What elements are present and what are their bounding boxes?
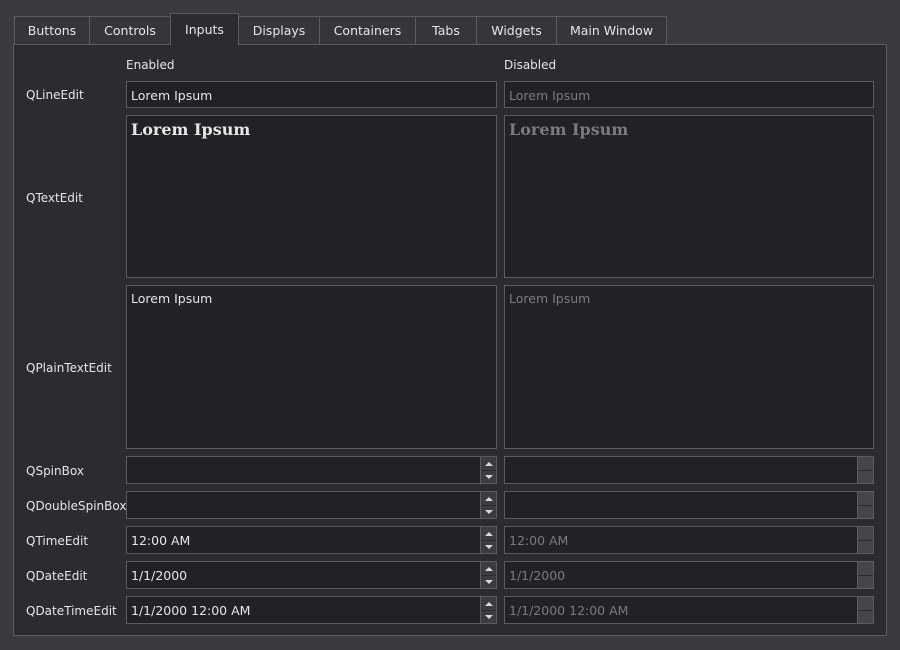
plaintextedit-disabled-value: Lorem Ipsum [509,291,591,306]
spin-down-button[interactable] [481,610,496,623]
enabled-column-header: Enabled [126,58,175,72]
qdoublespinbox-label: QDoubleSpinBox [26,499,127,513]
timeedit-enabled-value: 12:00 AM [131,533,191,548]
datetimeedit-disabled-stepper [857,597,873,623]
spinbox-disabled [504,456,874,484]
qdatetimeedit-label: QDateTimeEdit [26,604,117,618]
spinbox-enabled[interactable] [126,456,497,484]
spin-down-button [858,470,873,483]
tab-tabs[interactable]: Tabs [415,16,477,44]
spinbox-disabled-stepper [857,457,873,483]
tab-containers[interactable]: Containers [319,16,416,44]
spin-up-button [858,457,873,471]
doublespinbox-disabled [504,491,874,519]
timeedit-disabled-stepper [857,527,873,553]
tab-controls[interactable]: Controls [89,16,171,44]
arrow-down-icon [484,614,493,619]
dateedit-enabled-value: 1/1/2000 [131,568,188,583]
arrow-down-icon [484,474,493,479]
timeedit-disabled-value: 12:00 AM [509,533,569,548]
qdateedit-label: QDateEdit [26,569,88,583]
qlineedit-label: QLineEdit [26,88,84,102]
spin-down-button [858,505,873,518]
arrow-down-icon [484,579,493,584]
spin-up-button [858,527,873,541]
spin-up-button [858,597,873,611]
arrow-down-icon [484,509,493,514]
qplaintextedit-label: QPlainTextEdit [26,361,112,375]
textedit-enabled[interactable]: Lorem Ipsum [126,115,497,278]
spin-down-button[interactable] [481,575,496,588]
arrow-down-icon [484,544,493,549]
spin-up-button[interactable] [481,562,496,576]
textedit-disabled: Lorem Ipsum [504,115,874,278]
spin-down-button[interactable] [481,540,496,553]
spin-down-button [858,575,873,588]
timeedit-enabled-stepper [480,527,496,553]
lineedit-disabled-value: Lorem Ipsum [509,88,591,103]
arrow-up-icon [484,461,493,466]
doublespinbox-disabled-stepper [857,492,873,518]
timeedit-enabled[interactable]: 12:00 AM [126,526,497,554]
tab-inputs[interactable]: Inputs [170,13,239,45]
arrow-up-icon [484,496,493,501]
datetimeedit-enabled-stepper [480,597,496,623]
textedit-disabled-value: Lorem Ipsum [509,120,629,139]
qspinbox-label: QSpinBox [26,464,84,478]
spin-up-button [858,492,873,506]
plaintextedit-disabled: Lorem Ipsum [504,285,874,449]
spin-down-button [858,610,873,623]
arrow-up-icon [484,566,493,571]
spin-up-button [858,562,873,576]
spin-down-button [858,540,873,553]
spin-up-button[interactable] [481,527,496,541]
plaintextedit-enabled[interactable]: Lorem Ipsum [126,285,497,449]
arrow-up-icon [484,531,493,536]
qtimeedit-label: QTimeEdit [26,534,89,548]
tab-buttons[interactable]: Buttons [14,16,90,44]
dateedit-disabled-stepper [857,562,873,588]
spin-up-button[interactable] [481,492,496,506]
dateedit-enabled[interactable]: 1/1/2000 [126,561,497,589]
lineedit-enabled[interactable]: Lorem Ipsum [126,81,497,108]
tab-main-window[interactable]: Main Window [556,16,667,44]
dateedit-disabled: 1/1/2000 [504,561,874,589]
lineedit-disabled: Lorem Ipsum [504,81,874,108]
dateedit-enabled-stepper [480,562,496,588]
spinbox-enabled-stepper [480,457,496,483]
disabled-column-header: Disabled [504,58,557,72]
datetimeedit-enabled-value: 1/1/2000 12:00 AM [131,603,251,618]
doublespinbox-enabled-stepper [480,492,496,518]
spin-down-button[interactable] [481,470,496,483]
arrow-up-icon [484,601,493,606]
datetimeedit-enabled[interactable]: 1/1/2000 12:00 AM [126,596,497,624]
qtextedit-label: QTextEdit [26,191,83,205]
datetimeedit-disabled: 1/1/2000 12:00 AM [504,596,874,624]
tab-widgets[interactable]: Widgets [476,16,557,44]
lineedit-enabled-value: Lorem Ipsum [131,88,213,103]
spin-up-button[interactable] [481,597,496,611]
spin-up-button[interactable] [481,457,496,471]
tab-displays[interactable]: Displays [238,16,320,44]
dateedit-disabled-value: 1/1/2000 [509,568,566,583]
datetimeedit-disabled-value: 1/1/2000 12:00 AM [509,603,629,618]
spin-down-button[interactable] [481,505,496,518]
textedit-enabled-value: Lorem Ipsum [131,120,251,139]
doublespinbox-enabled[interactable] [126,491,497,519]
plaintextedit-enabled-value: Lorem Ipsum [131,291,213,306]
timeedit-disabled: 12:00 AM [504,526,874,554]
